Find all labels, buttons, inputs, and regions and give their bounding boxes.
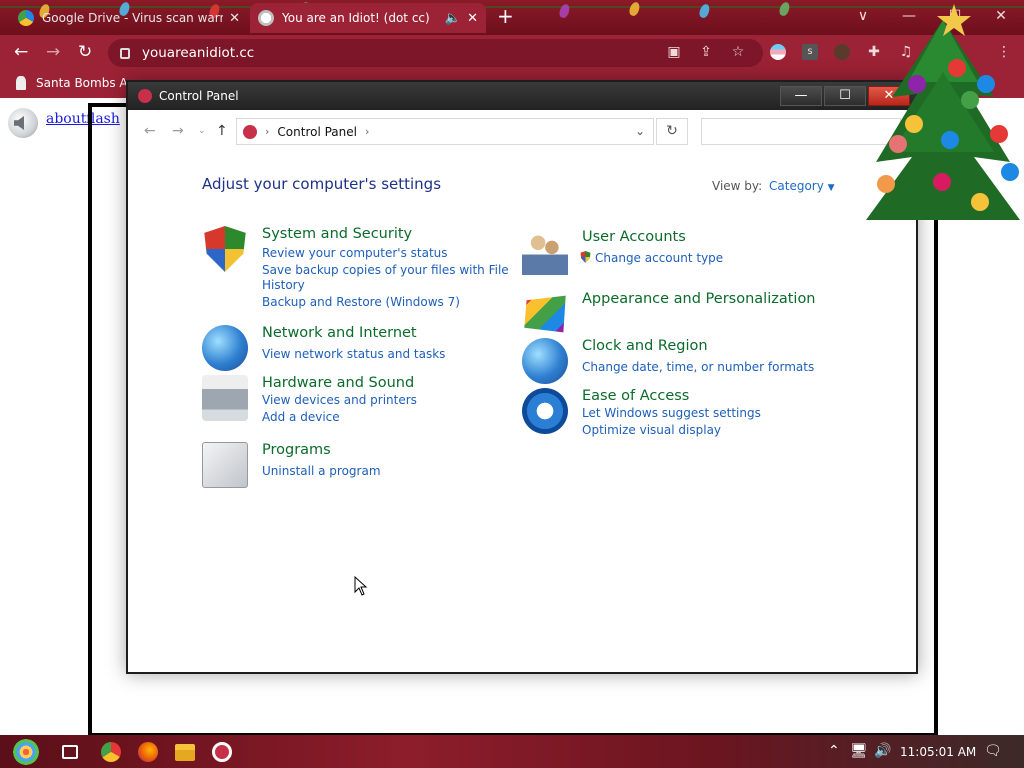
chevron-down-icon: ▼ [827, 183, 835, 193]
appearance-icon [524, 295, 566, 333]
category-title[interactable]: Programs [262, 442, 331, 458]
category-title[interactable]: Network and Internet [262, 325, 417, 341]
url-text: youareanidiot.cc [142, 45, 255, 61]
category-link[interactable]: Change account type [580, 251, 724, 266]
category-link[interactable]: Save backup copies of your files with Fi… [262, 263, 509, 278]
clock-globe-icon [522, 338, 568, 384]
clock[interactable]: 11:05:01 AM [900, 745, 976, 759]
volume-icon[interactable]: 🔊 [874, 743, 891, 759]
extension-s-icon[interactable]: s [802, 44, 818, 60]
category-title[interactable]: Hardware and Sound [262, 375, 414, 391]
reload-icon[interactable]: ↻ [78, 43, 92, 61]
ease-of-access-icon [522, 388, 568, 434]
users-icon [522, 229, 568, 275]
extension-flag-icon[interactable] [770, 44, 786, 60]
bookmark-label: Santa Bombs Ara [36, 76, 140, 90]
about-link[interactable]: about [46, 111, 86, 127]
new-tab-button[interactable]: + [497, 6, 514, 26]
chrome-icon[interactable] [101, 742, 121, 762]
category-link[interactable]: Add a device [262, 410, 340, 425]
back-arrow-icon[interactable]: ← [14, 43, 28, 61]
forward-arrow-icon[interactable]: → [46, 43, 60, 61]
lock-icon [120, 47, 130, 59]
task-view-icon[interactable] [62, 745, 78, 759]
tab-title: You are an Idiot! (dot cc) [282, 11, 430, 25]
category-link[interactable]: Review your computer's status [262, 246, 448, 261]
close-tab-icon[interactable]: ✕ [229, 11, 240, 26]
refresh-button[interactable]: ↻ [656, 118, 688, 145]
category-link[interactable]: Backup and Restore (Windows 7) [262, 295, 460, 310]
control-panel-icon [138, 89, 152, 103]
bookmark-favicon-icon [16, 76, 26, 90]
category-link[interactable]: Let Windows suggest settings [582, 406, 761, 421]
category-title[interactable]: Appearance and Personalization [582, 291, 816, 307]
breadcrumb-control-panel[interactable]: Control Panel [277, 125, 357, 139]
view-by-value: Category [769, 179, 824, 193]
category-link[interactable]: Uninstall a program [262, 464, 381, 479]
category-link[interactable]: History [262, 278, 305, 293]
forward-arrow-icon[interactable]: → [172, 123, 184, 139]
google-drive-icon [18, 10, 34, 26]
window-titlebar[interactable]: Control Panel — ☐ ✕ [128, 82, 916, 110]
mouse-cursor-icon [354, 576, 368, 596]
notifications-icon[interactable]: 🗨 [984, 743, 1002, 759]
category-link-label: Change account type [595, 251, 724, 265]
view-by-dropdown[interactable]: Category ▼ [769, 179, 835, 193]
category-link[interactable]: Optimize visual display [582, 423, 721, 438]
control-panel-window: Control Panel — ☐ ✕ ← → ⌄ ↑ › Control Pa… [126, 80, 918, 674]
tab-google-drive[interactable]: Google Drive - Virus scan warni ✕ [10, 3, 248, 33]
printer-icon [202, 375, 248, 421]
share-icon[interactable]: ⇪ [698, 44, 714, 60]
network-icon[interactable]: 🖥 [850, 743, 868, 759]
address-breadcrumb[interactable]: › Control Panel › ⌄ [236, 118, 654, 145]
omnibox[interactable]: youareanidiot.cc [108, 39, 763, 67]
maximize-button[interactable]: ☐ [824, 86, 866, 106]
breadcrumb-separator-icon[interactable]: › [265, 125, 269, 138]
programs-icon [202, 442, 248, 488]
control-panel-taskbar-icon[interactable] [212, 742, 232, 762]
cast-icon[interactable]: ▣ [666, 44, 682, 60]
category-title[interactable]: Ease of Access [582, 388, 689, 404]
minimize-button[interactable]: — [780, 86, 822, 106]
light-bulb-decoration [627, 0, 642, 18]
up-arrow-icon[interactable]: ↑ [216, 123, 228, 139]
back-arrow-icon[interactable]: ← [144, 123, 156, 139]
category-title[interactable]: Clock and Region [582, 338, 708, 354]
network-icon [202, 325, 248, 371]
recent-locations-icon[interactable]: ⌄ [198, 126, 206, 136]
bookmark-item[interactable]: Santa Bombs Ara [16, 76, 140, 90]
breadcrumb-separator-icon[interactable]: › [365, 125, 369, 138]
category-link[interactable]: Change date, time, or number formats [582, 360, 814, 375]
tab-title: Google Drive - Virus scan warni [42, 11, 224, 25]
chevron-down-icon[interactable]: ⌄ [635, 124, 645, 138]
tab-you-are-an-idiot[interactable]: You are an Idiot! (dot cc) 🔈 ✕ [250, 3, 486, 33]
taskbar: ⌃ 🖥 🔊 11:05:01 AM 🗨 [0, 735, 1024, 768]
control-panel-icon [243, 124, 257, 139]
category-title[interactable]: User Accounts [582, 229, 686, 245]
bookmark-star-icon[interactable]: ☆ [730, 44, 746, 60]
profile-extension-icon[interactable] [834, 44, 850, 60]
shield-icon [204, 226, 246, 272]
tab-audio-icon[interactable]: 🔈 [445, 11, 461, 26]
explorer-navigation-bar: ← → ⌄ ↑ › Control Panel › ⌄ ↻ [128, 112, 916, 152]
category-title[interactable]: System and Security [262, 226, 412, 242]
smiley-favicon-icon [258, 10, 274, 26]
christmas-tree-decoration [866, 4, 1020, 220]
category-link[interactable]: View network status and tasks [262, 347, 445, 362]
uac-shield-icon [580, 251, 591, 263]
category-link[interactable]: View devices and printers [262, 393, 417, 408]
show-hidden-icons-icon[interactable]: ⌃ [828, 743, 840, 759]
page-title: Adjust your computer's settings [202, 175, 442, 193]
view-by-label: View by: [712, 179, 763, 193]
close-tab-icon[interactable]: ✕ [467, 11, 478, 26]
start-button[interactable] [10, 738, 42, 766]
speaker-icon[interactable] [8, 108, 38, 138]
file-explorer-icon[interactable] [175, 744, 195, 761]
light-bulb-decoration [777, 0, 792, 18]
window-title: Control Panel [159, 89, 239, 103]
firefox-icon[interactable] [138, 742, 158, 762]
